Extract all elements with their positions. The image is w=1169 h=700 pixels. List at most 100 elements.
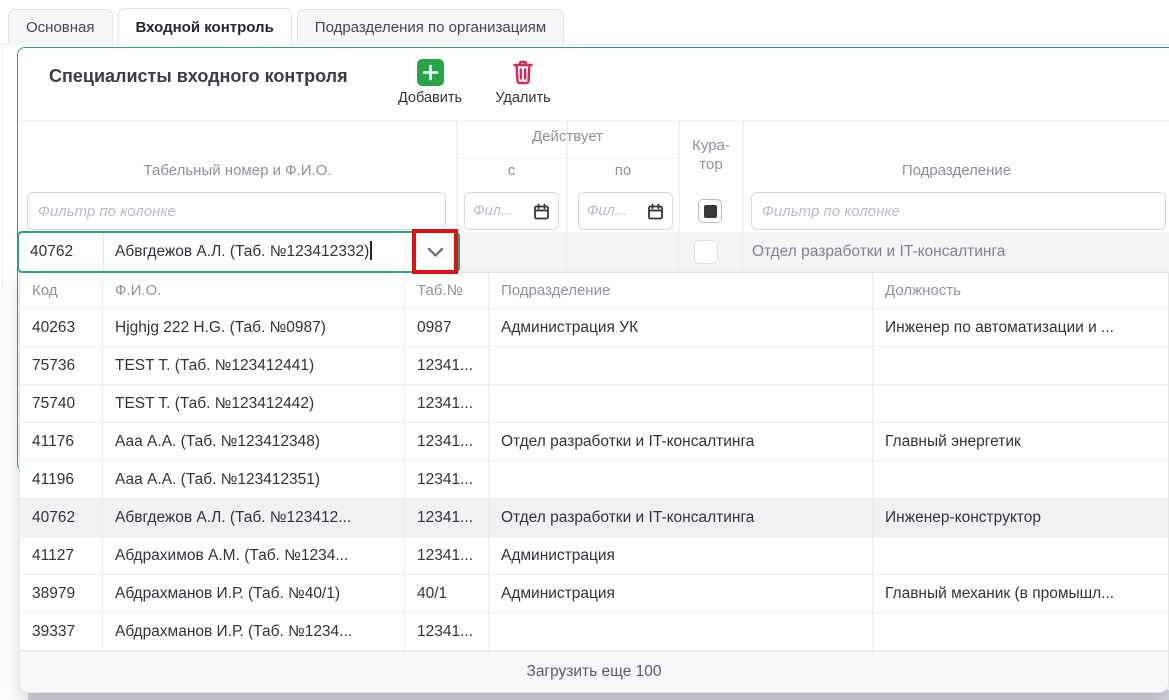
cell-fio: Hjghjg 222 H.G. (Таб. №0987): [103, 309, 405, 346]
dropdown-header-fio: Ф.И.О.: [103, 273, 405, 308]
delete-button-label: Удалить: [495, 90, 550, 106]
add-button-label: Добавить: [398, 90, 462, 106]
dropdown-header-position: Должность: [873, 273, 1168, 308]
column-header-curator-line1: Кура-: [679, 136, 743, 155]
cell-position: Инженер-конструктор: [873, 499, 1168, 536]
dropdown-row[interactable]: 41127 Абдрахимов А.М. (Таб. №1234... 123…: [20, 537, 1168, 575]
tab-osnovnaya[interactable]: Основная: [8, 9, 113, 45]
edit-row-background: Отдел разработки и IT-консалтинга: [459, 232, 1169, 272]
dropdown-row-selected[interactable]: 40762 Абвгдежов А.Л. (Таб. №123412... 12…: [20, 499, 1168, 537]
dropdown-header-row: Код Ф.И.О. Таб.№ Подразделение Должность: [20, 273, 1168, 309]
input-control-screen: Основная Входной контроль Подразделения …: [0, 0, 1169, 700]
load-more-button[interactable]: Загрузить еще 100: [20, 651, 1168, 692]
edit-row-code[interactable]: 40762: [19, 233, 104, 271]
cell-fio: Абвгдежов А.Л. (Таб. №123412...: [103, 499, 405, 536]
content-left-border: [2, 46, 3, 688]
column-divider: [678, 232, 679, 272]
filter-date-to[interactable]: Фил...: [578, 192, 673, 230]
cell-fio: Абдрахманов И.Р. (Таб. №1234...: [103, 613, 405, 650]
dropdown-header-department: Подразделение: [489, 273, 873, 308]
cell-position: Инженер по автоматизации и ...: [873, 309, 1168, 346]
edit-row-department: Отдел разработки и IT-консалтинга: [752, 232, 1005, 272]
column-header-active: Действует: [456, 128, 679, 145]
cell-tab-no: 12341...: [405, 613, 489, 650]
cell-tab-no: 12341...: [405, 385, 489, 422]
dropdown-row[interactable]: 41176 Ааа А.А. (Таб. №123412348) 12341..…: [20, 423, 1168, 461]
cell-position: [873, 613, 1168, 650]
tab-podrazdeleniya-po-organizatsiyam[interactable]: Подразделения по организациям: [297, 9, 564, 45]
cell-fio: Ааа А.А. (Таб. №123412348): [103, 423, 405, 460]
text-caret: [370, 241, 372, 260]
tabbar: Основная Входной контроль Подразделения …: [8, 8, 564, 45]
edit-row-fio-value: Абвгдежов А.Л. (Таб. №123412332): [115, 243, 369, 260]
cell-department: [489, 613, 873, 650]
cell-tab-no: 12341...: [405, 499, 489, 536]
dropdown-header-tab-no: Таб.№: [405, 273, 489, 308]
dropdown-row[interactable]: 38979 Абдрахманов И.Р. (Таб. №40/1) 40/1…: [20, 575, 1168, 613]
delete-button[interactable]: Удалить: [487, 59, 559, 106]
employee-combo-editor: 40762 Абвгдежов А.Л. (Таб. №123412332): [17, 231, 460, 273]
cell-tab-no: 12341...: [405, 461, 489, 498]
cell-code: 40263: [20, 309, 103, 346]
cell-position: Главный энергетик: [873, 423, 1168, 460]
cell-position: [873, 385, 1168, 422]
cell-fio: Абдрахманов И.Р. (Таб. №40/1): [103, 575, 405, 612]
column-header-from: с: [456, 162, 567, 179]
column-header-curator: Кура- тор: [679, 136, 743, 174]
cell-code: 75740: [20, 385, 103, 422]
cell-tab-no: 12341...: [405, 423, 489, 460]
filter-date-from[interactable]: Фил...: [464, 192, 559, 230]
cell-fio: Ааа А.А. (Таб. №123412351): [103, 461, 405, 498]
cell-code: 38979: [20, 575, 103, 612]
filter-department-input[interactable]: [751, 192, 1166, 230]
cell-tab-no: 12341...: [405, 537, 489, 574]
checkbox-indeterminate-mark: [704, 205, 717, 218]
dropdown-row[interactable]: 40263 Hjghjg 222 H.G. (Таб. №0987) 0987 …: [20, 309, 1168, 347]
chevron-down-icon: [427, 247, 444, 258]
cell-department: Администрация УК: [489, 309, 873, 346]
cell-tab-no: 40/1: [405, 575, 489, 612]
plus-icon: [417, 59, 444, 86]
cell-position: [873, 461, 1168, 498]
edit-row-fio-input[interactable]: Абвгдежов А.Л. (Таб. №123412332): [104, 233, 413, 271]
dropdown-row[interactable]: 41196 Ааа А.А. (Таб. №123412351) 12341..…: [20, 461, 1168, 499]
cell-department: Отдел разработки и IT-консалтинга: [489, 423, 873, 460]
grid-header-divider: [18, 120, 1169, 121]
dropdown-toggle-button[interactable]: [413, 233, 458, 271]
cell-department: [489, 347, 873, 384]
curator-filter-checkbox[interactable]: [698, 199, 722, 223]
dropdown-header-code: Код: [20, 273, 103, 308]
cell-fio: TEST T. (Таб. №123412441): [103, 347, 405, 384]
filter-date-from-placeholder: Фил...: [473, 203, 533, 219]
column-header-department: Подразделение: [743, 162, 1169, 179]
trash-icon: [511, 59, 535, 86]
cell-department: Отдел разработки и IT-консалтинга: [489, 499, 873, 536]
cell-fio: Абдрахимов А.М. (Таб. №1234...: [103, 537, 405, 574]
dropdown-row[interactable]: 75736 TEST T. (Таб. №123412441) 12341...: [20, 347, 1168, 385]
cell-department: [489, 461, 873, 498]
column-header-fio: Табельный номер и Ф.И.О.: [19, 162, 456, 179]
column-header-curator-line2: тор: [679, 155, 743, 174]
cell-code: 39337: [20, 613, 103, 650]
cell-code: 40762: [20, 499, 103, 536]
cell-department: Администрация: [489, 537, 873, 574]
cell-department: [489, 385, 873, 422]
cell-code: 41127: [20, 537, 103, 574]
cell-position: [873, 537, 1168, 574]
cell-position: Главный механик (в промышл...: [873, 575, 1168, 612]
add-button[interactable]: Добавить: [393, 59, 467, 106]
dropdown-row[interactable]: 39337 Абдрахманов И.Р. (Таб. №1234... 12…: [20, 613, 1168, 651]
calendar-icon[interactable]: [533, 203, 550, 220]
cell-code: 75736: [20, 347, 103, 384]
cell-tab-no: 0987: [405, 309, 489, 346]
column-divider: [566, 232, 567, 272]
calendar-icon[interactable]: [647, 203, 664, 220]
filter-fio-input[interactable]: [27, 192, 446, 230]
curator-checkbox[interactable]: [694, 240, 718, 264]
active-subheader-divider: [456, 157, 679, 158]
tab-vhodnoy-kontrol[interactable]: Входной контроль: [118, 8, 292, 46]
dropdown-row[interactable]: 75740 TEST T. (Таб. №123412442) 12341...: [20, 385, 1168, 423]
cell-tab-no: 12341...: [405, 347, 489, 384]
cell-fio: TEST T. (Таб. №123412442): [103, 385, 405, 422]
cell-department: Администрация: [489, 575, 873, 612]
